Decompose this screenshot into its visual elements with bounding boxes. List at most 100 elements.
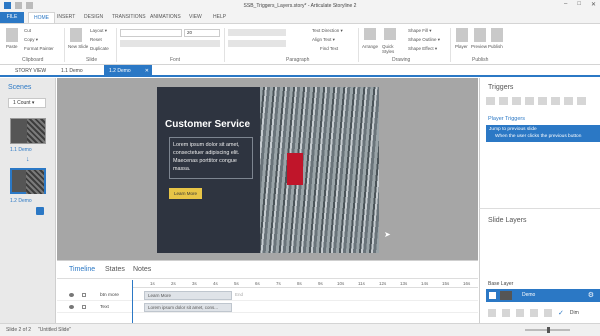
eye-icon[interactable] xyxy=(69,293,74,297)
timeline-ruler[interactable]: 1s 2s 3s 4s 5s 6s 7s 8s 9s 10s 11s 12s 1… xyxy=(132,280,478,288)
reset-button[interactable]: Reset xyxy=(90,37,102,42)
triggers-toolbar xyxy=(486,97,586,105)
close-icon[interactable]: ✕ xyxy=(145,65,149,77)
new-slide-button[interactable]: New Slide xyxy=(68,44,88,49)
paste-button[interactable]: Paste xyxy=(6,44,18,49)
player-button[interactable]: Player xyxy=(455,44,468,49)
copy-trigger-icon[interactable] xyxy=(512,97,521,105)
duplicate-layer-icon[interactable] xyxy=(502,309,510,317)
shape-fill-button[interactable]: Shape Fill ▾ xyxy=(408,28,432,34)
photo-sign xyxy=(287,153,303,185)
font-size-select[interactable]: 20 xyxy=(184,29,220,37)
lock-icon[interactable] xyxy=(82,305,86,309)
timeline-playhead[interactable] xyxy=(132,280,133,324)
shape-effect-button[interactable]: Shape Effect ▾ xyxy=(408,46,437,52)
timeline-object-bar[interactable]: Lorem ipsum dolor sit amet, cons... xyxy=(144,303,232,312)
player-icon[interactable] xyxy=(456,28,468,42)
tab-label: 1.2 Demo xyxy=(109,68,131,74)
move-up-icon[interactable] xyxy=(551,97,560,105)
publish-icon[interactable] xyxy=(491,28,503,42)
ribbon-divider xyxy=(116,28,117,62)
arrange-button[interactable]: Arrange xyxy=(362,44,378,49)
slide-stage: Customer Service Lorem ipsum dolor sit a… xyxy=(57,78,478,260)
tab-animations[interactable]: ANIMATIONS xyxy=(150,14,181,20)
slide-heading[interactable]: Customer Service xyxy=(165,119,250,130)
delete-layer-icon[interactable] xyxy=(516,309,524,317)
tab-design[interactable]: DESIGN xyxy=(84,14,103,20)
arrange-icon[interactable] xyxy=(364,28,376,40)
base-layer-row[interactable]: Demo ⚙ xyxy=(486,289,600,302)
format-painter-button[interactable]: Format Painter xyxy=(24,46,54,51)
tab-view[interactable]: VIEW xyxy=(189,14,202,20)
paste-icon[interactable] xyxy=(6,28,18,42)
font-family-select[interactable] xyxy=(120,29,182,37)
move-layer-down-icon[interactable] xyxy=(544,309,552,317)
duplicate-button[interactable]: Duplicate xyxy=(90,46,109,51)
slide-canvas[interactable]: Customer Service Lorem ipsum dolor sit a… xyxy=(157,87,379,253)
font-format-buttons[interactable] xyxy=(120,40,220,47)
layout-button[interactable]: Layout ▾ xyxy=(90,28,107,34)
cut-button[interactable]: Cut xyxy=(24,28,31,33)
preview-button[interactable]: Preview xyxy=(471,44,487,49)
list-buttons[interactable] xyxy=(228,29,286,36)
slide-layers-title: Slide Layers xyxy=(488,217,527,224)
close-button[interactable]: ✕ xyxy=(591,1,596,8)
shape-outline-button[interactable]: Shape Outline ▾ xyxy=(408,37,440,43)
slide-thumbnail-selected[interactable] xyxy=(10,168,46,194)
move-down-icon[interactable] xyxy=(564,97,573,105)
crowd-photo xyxy=(260,87,379,253)
ribbon-divider xyxy=(450,28,451,62)
quick-styles-button[interactable]: Quick Styles xyxy=(382,44,402,54)
tab-home[interactable]: HOME xyxy=(28,12,55,23)
tab-file[interactable]: FILE xyxy=(0,12,24,23)
zoom-slider[interactable] xyxy=(525,327,570,333)
tab-slide-1-1[interactable]: 1.1 Demo xyxy=(56,65,88,77)
slide-thumbnail[interactable] xyxy=(10,118,46,144)
zoom-thumb[interactable] xyxy=(547,327,550,333)
tab-states[interactable]: States xyxy=(105,266,125,273)
edit-trigger-icon[interactable] xyxy=(499,97,508,105)
trigger-settings-icon[interactable] xyxy=(577,97,586,105)
new-trigger-icon[interactable] xyxy=(486,97,495,105)
tab-help[interactable]: HELP xyxy=(213,14,226,20)
text-direction-button[interactable]: Text Direction ▾ xyxy=(312,28,343,34)
tab-transitions[interactable]: TRANSITIONS xyxy=(112,14,146,20)
tab-story-view[interactable]: STORY VIEW xyxy=(10,65,51,77)
layer-visibility-checkbox[interactable] xyxy=(489,292,496,299)
timeline-object-bar[interactable]: Learn More xyxy=(144,291,232,300)
tab-slide-1-2[interactable]: 1.2 Demo ✕ xyxy=(104,65,152,77)
delete-trigger-icon[interactable] xyxy=(538,97,547,105)
timeline-row[interactable]: btn more Learn More End xyxy=(57,290,478,301)
learn-more-button[interactable]: Learn More xyxy=(169,188,202,199)
minimize-button[interactable]: – xyxy=(564,1,567,8)
dim-toggle[interactable]: Dim xyxy=(570,310,579,316)
slide-body-text[interactable]: Lorem ipsum dolor sit amet, consectetuer… xyxy=(169,137,253,179)
check-icon[interactable]: ✓ xyxy=(558,309,564,317)
move-layer-up-icon[interactable] xyxy=(530,309,538,317)
timeline-row[interactable]: Text Lorem ipsum dolor sit amet, cons... xyxy=(57,302,478,313)
publish-button[interactable]: Publish xyxy=(488,44,503,49)
find-text-button[interactable]: Find Text xyxy=(320,46,338,51)
gear-icon[interactable]: ⚙ xyxy=(588,291,594,299)
lock-icon[interactable] xyxy=(82,293,86,297)
copy-button[interactable]: Copy ▾ xyxy=(24,37,38,43)
ruler-tick: 7s xyxy=(276,281,281,286)
paste-trigger-icon[interactable] xyxy=(525,97,534,105)
scene-selector[interactable]: 1 Count ▾ xyxy=(8,98,46,108)
maximize-button[interactable]: □ xyxy=(577,1,581,8)
timeline-object-name: btn more xyxy=(100,293,119,298)
new-slide-icon[interactable] xyxy=(70,28,82,42)
align-text-button[interactable]: Align Text ▾ xyxy=(312,37,335,43)
tab-timeline[interactable]: Timeline xyxy=(69,266,95,273)
timeline-panel: Timeline States Notes 1s 2s 3s 4s 5s 6s … xyxy=(57,260,478,324)
trigger-item[interactable]: Jump to previous slide When the user cli… xyxy=(486,125,600,142)
preview-icon[interactable] xyxy=(474,28,486,42)
eye-icon[interactable] xyxy=(69,305,74,309)
group-paragraph: Paragraph xyxy=(286,57,310,63)
alignment-buttons[interactable] xyxy=(228,40,286,47)
tab-insert[interactable]: INSERT xyxy=(57,14,75,20)
ruler-tick: 2s xyxy=(171,281,176,286)
new-layer-icon[interactable] xyxy=(488,309,496,317)
quick-styles-icon[interactable] xyxy=(384,28,396,40)
tab-notes[interactable]: Notes xyxy=(133,266,151,273)
